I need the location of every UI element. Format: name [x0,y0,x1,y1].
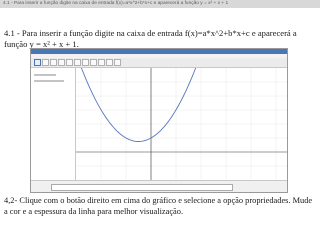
algebra-entry-placeholder [34,80,64,82]
graphics-move-tool-icon[interactable] [114,59,121,66]
toolbar [31,58,287,68]
slider-tool-icon[interactable] [106,59,113,66]
function-curve[interactable] [80,68,197,142]
header-bar: 4.1 - Para inserir a função digite na ca… [0,0,320,8]
input-bar [31,180,287,192]
algebra-entry-placeholder [34,74,56,76]
circle-tool-icon[interactable] [74,59,81,66]
point-tool-icon[interactable] [42,59,49,66]
move-tool-icon[interactable] [34,59,41,66]
instruction-step-1: 4.1 - Para inserir a função digite na ca… [4,28,297,49]
geogebra-screenshot [30,48,288,193]
reflect-tool-icon[interactable] [98,59,105,66]
polygon-tool-icon[interactable] [66,59,73,66]
grid [76,68,287,180]
instruction-step-2: 4,2- Clique com o botão direito em cima … [4,196,313,216]
perpendicular-tool-icon[interactable] [58,59,65,66]
algebra-view [31,68,76,180]
graphics-view[interactable] [76,68,287,180]
angle-tool-icon[interactable] [90,59,97,66]
line-tool-icon[interactable] [50,59,57,66]
slide-header-title: 4.1 - Para inserir a função digite na ca… [3,1,229,6]
input-field[interactable] [51,184,233,191]
conic-tool-icon[interactable] [82,59,89,66]
